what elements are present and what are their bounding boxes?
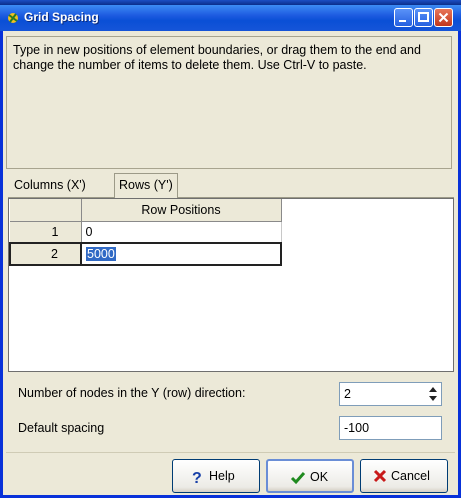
checkmark-icon bbox=[290, 470, 306, 489]
row-header[interactable]: 2 bbox=[9, 242, 82, 266]
divider bbox=[6, 452, 455, 453]
positions-table: Row Positions 1 0 2 5000 bbox=[9, 199, 282, 266]
table-row[interactable]: 1 0 bbox=[10, 221, 282, 244]
nodes-value[interactable]: 2 bbox=[344, 387, 351, 401]
svg-text:?: ? bbox=[192, 470, 202, 485]
tab-strip: Columns (X') Rows (Y') bbox=[8, 173, 454, 198]
grid-cell-editing[interactable]: 5000 bbox=[80, 242, 282, 266]
help-icon: ? bbox=[191, 469, 205, 488]
row-header[interactable]: 1 bbox=[10, 221, 82, 244]
ok-button[interactable]: OK bbox=[266, 459, 354, 493]
grid-corner bbox=[10, 199, 82, 222]
app-icon bbox=[6, 11, 20, 25]
help-button[interactable]: ? Help bbox=[172, 459, 260, 493]
grid-cell[interactable]: 0 bbox=[81, 221, 282, 244]
maximize-button[interactable] bbox=[414, 8, 433, 27]
header-row: Row Positions bbox=[10, 199, 282, 222]
default-spacing-field[interactable]: -100 bbox=[339, 416, 442, 440]
tab-rows[interactable]: Rows (Y') bbox=[114, 173, 178, 198]
tab-columns[interactable]: Columns (X') bbox=[10, 176, 90, 197]
ok-label: OK bbox=[310, 470, 329, 484]
cancel-label: Cancel bbox=[391, 469, 430, 483]
table-row[interactable]: 2 5000 bbox=[9, 242, 282, 266]
cancel-button[interactable]: Cancel bbox=[360, 459, 448, 493]
spacing-label: Default spacing bbox=[18, 421, 105, 435]
spacing-value[interactable]: -100 bbox=[344, 421, 369, 435]
instructions-panel: Type in new positions of element boundar… bbox=[6, 36, 452, 169]
spinner-arrows-icon[interactable] bbox=[427, 385, 439, 403]
title-bar[interactable]: Grid Spacing bbox=[0, 5, 461, 31]
nodes-label: Number of nodes in the Y (row) direction… bbox=[18, 386, 246, 400]
cancel-x-icon bbox=[373, 469, 387, 486]
nodes-spinner[interactable]: 2 bbox=[339, 382, 442, 406]
help-label: Help bbox=[209, 469, 235, 483]
window-title: Grid Spacing bbox=[24, 10, 99, 24]
row-positions-grid[interactable]: Row Positions 1 0 2 5000 bbox=[8, 198, 454, 372]
close-button[interactable] bbox=[434, 8, 453, 27]
minimize-button[interactable] bbox=[394, 8, 413, 27]
instructions-text: Type in new positions of element boundar… bbox=[13, 43, 421, 72]
column-header[interactable]: Row Positions bbox=[81, 199, 282, 222]
selected-text[interactable]: 5000 bbox=[86, 247, 116, 261]
